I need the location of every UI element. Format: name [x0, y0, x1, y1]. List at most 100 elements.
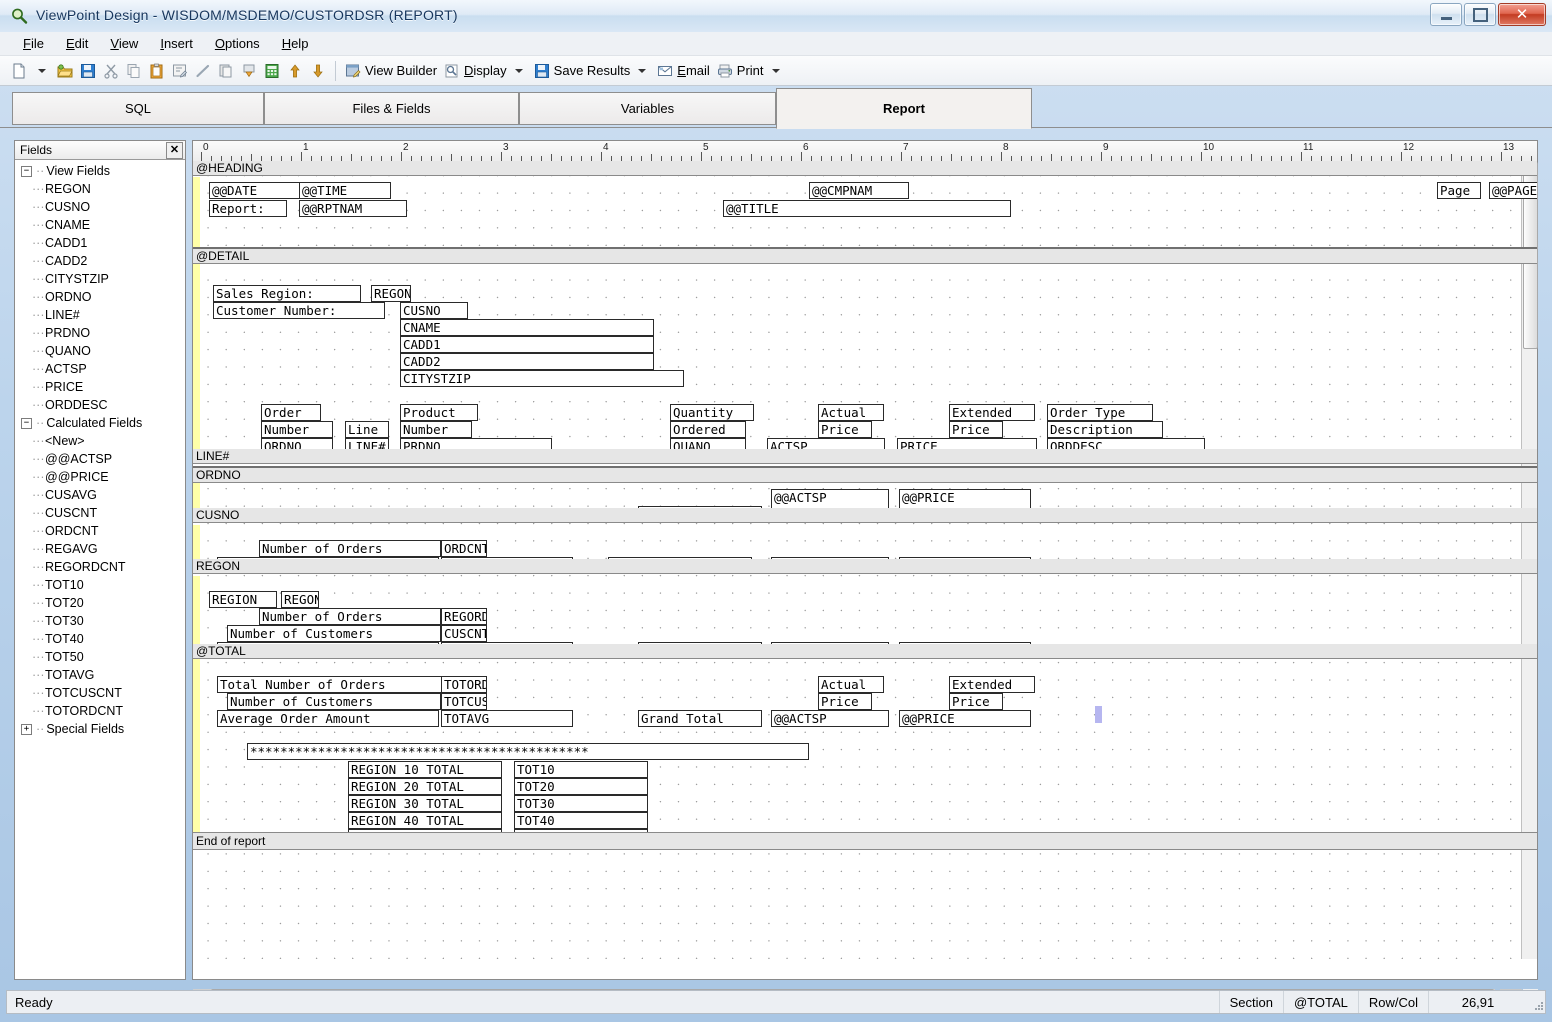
calculator-button[interactable] — [261, 59, 283, 83]
tree-group-view-fields[interactable]: − ·· View Fields — [15, 162, 185, 180]
tree-item-ordno[interactable]: ··· ORDNO — [15, 288, 185, 306]
report-field[interactable]: Order — [261, 404, 321, 421]
report-field[interactable]: REGION 30 TOTAL — [348, 795, 502, 812]
tree-item-citystzip[interactable]: ··· CITYSTZIP — [15, 270, 185, 288]
report-field[interactable]: REGION — [209, 591, 277, 608]
report-field[interactable]: Grand Total — [638, 710, 762, 727]
report-field[interactable]: Quantity — [670, 404, 754, 421]
paste-button[interactable] — [146, 59, 168, 83]
duplicate-button[interactable] — [215, 59, 237, 83]
tree-item-prdno[interactable]: ··· PRDNO — [15, 324, 185, 342]
report-field[interactable]: @@CMPNAM — [809, 182, 909, 199]
save-results-dropdown-caret[interactable] — [638, 68, 647, 73]
report-field[interactable]: Number of Orders — [259, 608, 441, 625]
report-field[interactable]: Description — [1047, 421, 1163, 438]
email-button[interactable]: Email — [654, 59, 713, 83]
report-field[interactable]: Number of Customers — [227, 693, 441, 710]
report-field[interactable]: TOTORDCNT — [441, 676, 487, 693]
report-field[interactable]: Order Type — [1047, 404, 1153, 421]
resize-grip-icon[interactable] — [1527, 991, 1545, 1013]
new-document-dropdown[interactable] — [31, 59, 53, 83]
tree-item-regavg[interactable]: ··· REGAVG — [15, 540, 185, 558]
line-button[interactable] — [192, 59, 214, 83]
menu-item-view[interactable]: View — [99, 33, 149, 54]
view-builder-button[interactable]: View Builder — [342, 59, 440, 83]
report-field[interactable]: CNAME — [400, 319, 654, 336]
report-field[interactable]: REGON — [371, 285, 411, 302]
tree-item-totavg[interactable]: ··· TOTAVG — [15, 666, 185, 684]
fields-panel-close-icon[interactable]: ✕ — [166, 141, 183, 159]
tree-item-cname[interactable]: ··· CNAME — [15, 216, 185, 234]
report-field[interactable]: CADD1 — [400, 336, 654, 353]
report-field[interactable]: Page — [1437, 182, 1481, 199]
tree-item-tot10[interactable]: ··· TOT10 — [15, 576, 185, 594]
section-bar-ordno[interactable]: ORDNO — [193, 466, 1537, 483]
tree-group-calculated-fields[interactable]: − ·· Calculated Fields — [15, 414, 185, 432]
tab-variables[interactable]: Variables — [519, 92, 776, 125]
report-field[interactable]: TOTAVG — [441, 710, 573, 727]
open-folder-button[interactable] — [54, 59, 76, 83]
properties-button[interactable] — [169, 59, 191, 83]
menu-item-help[interactable]: Help — [271, 33, 320, 54]
tree-group-special-fields[interactable]: + ·· Special Fields — [15, 720, 185, 738]
report-field[interactable]: ORDCNT — [441, 540, 487, 557]
tree-item-orddesc[interactable]: ··· ORDDESC — [15, 396, 185, 414]
maximize-button[interactable] — [1464, 3, 1496, 26]
report-field[interactable]: @@RPTNAM — [299, 200, 407, 217]
report-field[interactable]: REGION 20 TOTAL — [348, 778, 502, 795]
tab-report[interactable]: Report — [776, 88, 1032, 129]
tree-item-cusavg[interactable]: ··· CUSAVG — [15, 486, 185, 504]
tree-item-tot20[interactable]: ··· TOT20 — [15, 594, 185, 612]
tree-item-ordcnt[interactable]: ··· ORDCNT — [15, 522, 185, 540]
save-results-button[interactable]: Save Results — [531, 59, 654, 83]
section-bar-line[interactable]: LINE# — [193, 449, 1537, 464]
report-field[interactable]: Price — [818, 693, 872, 710]
tree-item-quano[interactable]: ··· QUANO — [15, 342, 185, 360]
report-field[interactable]: @@DATE — [209, 182, 301, 199]
report-field[interactable]: Price — [949, 693, 1003, 710]
menu-item-insert[interactable]: Insert — [149, 33, 204, 54]
tree-item-new[interactable]: ··· <New> — [15, 432, 185, 450]
report-field[interactable]: Price — [949, 421, 1003, 438]
tree-item-price[interactable]: ··· @@PRICE — [15, 468, 185, 486]
section-bar-cusno[interactable]: CUSNO — [193, 508, 1537, 523]
report-field[interactable]: TOT30 — [514, 795, 648, 812]
print-button[interactable]: Print — [714, 59, 787, 83]
report-field[interactable]: Extended — [949, 404, 1035, 421]
delete-button[interactable] — [238, 59, 260, 83]
report-field[interactable]: Number of Orders — [259, 540, 441, 557]
report-field[interactable]: CITYSTZIP — [400, 370, 684, 387]
tree-item-regordcnt[interactable]: ··· REGORDCNT — [15, 558, 185, 576]
report-field[interactable]: Product — [400, 404, 478, 421]
tree-item-actsp[interactable]: ··· ACTSP — [15, 360, 185, 378]
section-bar-detail[interactable]: @DETAIL — [193, 247, 1537, 264]
tree-item-cadd1[interactable]: ··· CADD1 — [15, 234, 185, 252]
report-field[interactable]: Ordered — [670, 421, 746, 438]
report-field[interactable]: @@PRICE — [899, 710, 1031, 727]
section-bar-regon[interactable]: REGON — [193, 559, 1537, 574]
tree-item-cadd2[interactable]: ··· CADD2 — [15, 252, 185, 270]
new-document-button[interactable] — [8, 59, 30, 83]
cut-button[interactable] — [100, 59, 122, 83]
save-button[interactable] — [77, 59, 99, 83]
tree-item-cuscnt[interactable]: ··· CUSCNT — [15, 504, 185, 522]
copy-button[interactable] — [123, 59, 145, 83]
report-field[interactable]: Actual — [818, 676, 884, 693]
close-button[interactable]: ✕ — [1498, 3, 1546, 26]
tab-sql[interactable]: SQL — [12, 92, 264, 125]
report-field[interactable]: Total Number of Orders — [217, 676, 447, 693]
move-up-button[interactable] — [284, 59, 306, 83]
expand-icon[interactable]: + — [21, 723, 32, 735]
tree-item-regon[interactable]: ··· REGON — [15, 180, 185, 198]
report-field[interactable]: ****************************************… — [247, 743, 809, 760]
collapse-icon[interactable]: − — [21, 165, 32, 177]
report-field[interactable]: CUSNO — [400, 302, 468, 319]
display-dropdown-caret[interactable] — [514, 68, 523, 73]
tree-item-totordcnt[interactable]: ··· TOTORDCNT — [15, 702, 185, 720]
tree-item-totcuscnt[interactable]: ··· TOTCUSCNT — [15, 684, 185, 702]
report-field[interactable]: TOT40 — [514, 812, 648, 829]
tree-item-line[interactable]: ··· LINE# — [15, 306, 185, 324]
tab-files-fields[interactable]: Files & Fields — [264, 92, 519, 125]
report-field[interactable]: @@TIME — [299, 182, 391, 199]
move-down-button[interactable] — [307, 59, 329, 83]
